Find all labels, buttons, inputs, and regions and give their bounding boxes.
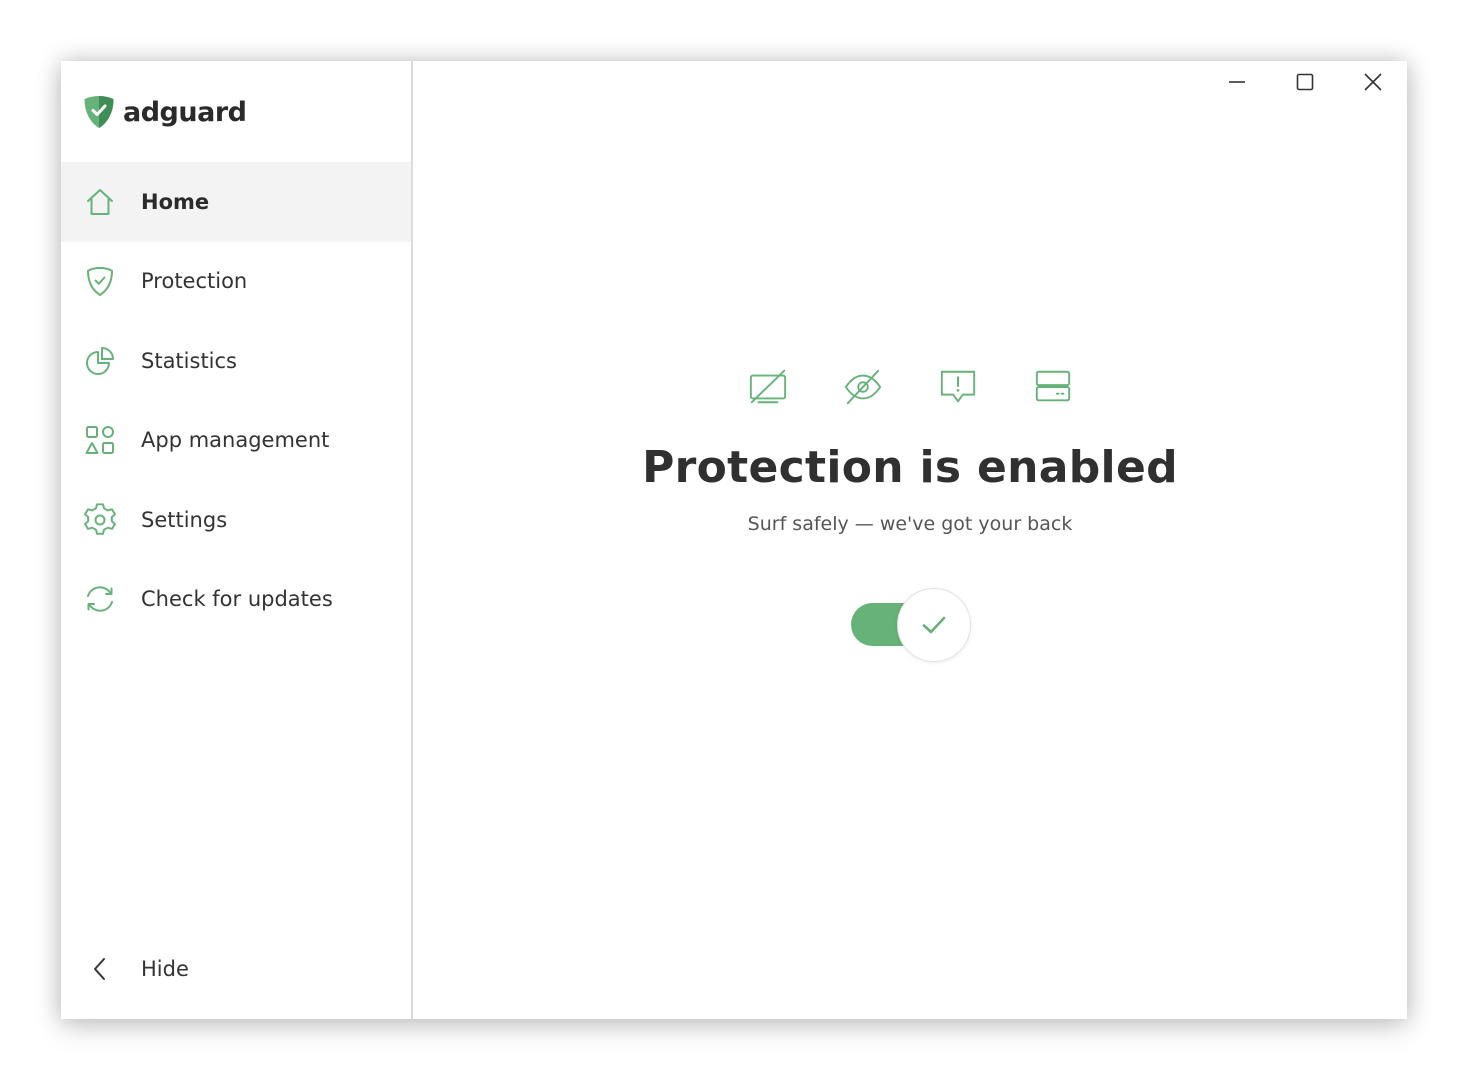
sidebar-item-home[interactable]: Home (61, 162, 411, 242)
gear-icon (83, 503, 117, 537)
maximize-button[interactable] (1271, 61, 1339, 103)
chevron-left-icon (85, 954, 115, 984)
protection-toggle[interactable] (851, 588, 973, 662)
annoyance-block-icon (938, 367, 978, 407)
adguard-shield-logo-icon (84, 96, 114, 128)
logo: adguard (83, 95, 247, 129)
sidebar-item-statistics[interactable]: Statistics (61, 321, 411, 401)
pie-chart-icon (83, 344, 117, 378)
brand-name: adguard (123, 96, 247, 128)
home-icon (83, 185, 117, 219)
ad-block-icon (748, 367, 788, 407)
maximize-icon (1296, 73, 1314, 91)
protection-status-title: Protection is enabled (642, 442, 1178, 493)
window-controls (1203, 61, 1407, 103)
close-button[interactable] (1339, 61, 1407, 103)
feature-icons-row (413, 367, 1407, 407)
sidebar-item-label: Check for updates (141, 587, 333, 612)
hide-label: Hide (141, 957, 189, 981)
tracking-protection-icon (843, 367, 883, 407)
apps-grid-icon (83, 423, 117, 457)
checkmark-icon (922, 616, 946, 634)
home-panel: Protection is enabled Surf safely — we'v… (413, 61, 1407, 1019)
sidebar-item-label: App management (141, 428, 330, 453)
sidebar: adguard Home Protection Statistics App m… (61, 61, 413, 1019)
sidebar-item-label: Home (141, 189, 210, 214)
sidebar-item-label: Statistics (141, 348, 237, 373)
close-icon (1364, 73, 1382, 91)
sidebar-item-protection[interactable]: Protection (61, 242, 411, 322)
toggle-knob (897, 588, 971, 662)
sidebar-item-label: Settings (141, 507, 228, 532)
minimize-button[interactable] (1203, 61, 1271, 103)
sidebar-item-check-updates[interactable]: Check for updates (61, 560, 411, 640)
protection-status-subtitle: Surf safely — we've got your back (747, 513, 1073, 535)
sidebar-nav: Home Protection Statistics App managemen… (61, 162, 411, 639)
sidebar-item-app-management[interactable]: App management (61, 401, 411, 481)
app-window: adguard Home Protection Statistics App m… (61, 61, 1407, 1019)
sidebar-item-settings[interactable]: Settings (61, 480, 411, 560)
dns-filter-icon (1033, 367, 1073, 407)
minimize-icon (1229, 81, 1245, 83)
refresh-icon (83, 582, 117, 616)
sidebar-item-label: Protection (141, 269, 248, 294)
shield-check-icon (83, 264, 117, 298)
hide-sidebar-button[interactable]: Hide (61, 929, 411, 1009)
